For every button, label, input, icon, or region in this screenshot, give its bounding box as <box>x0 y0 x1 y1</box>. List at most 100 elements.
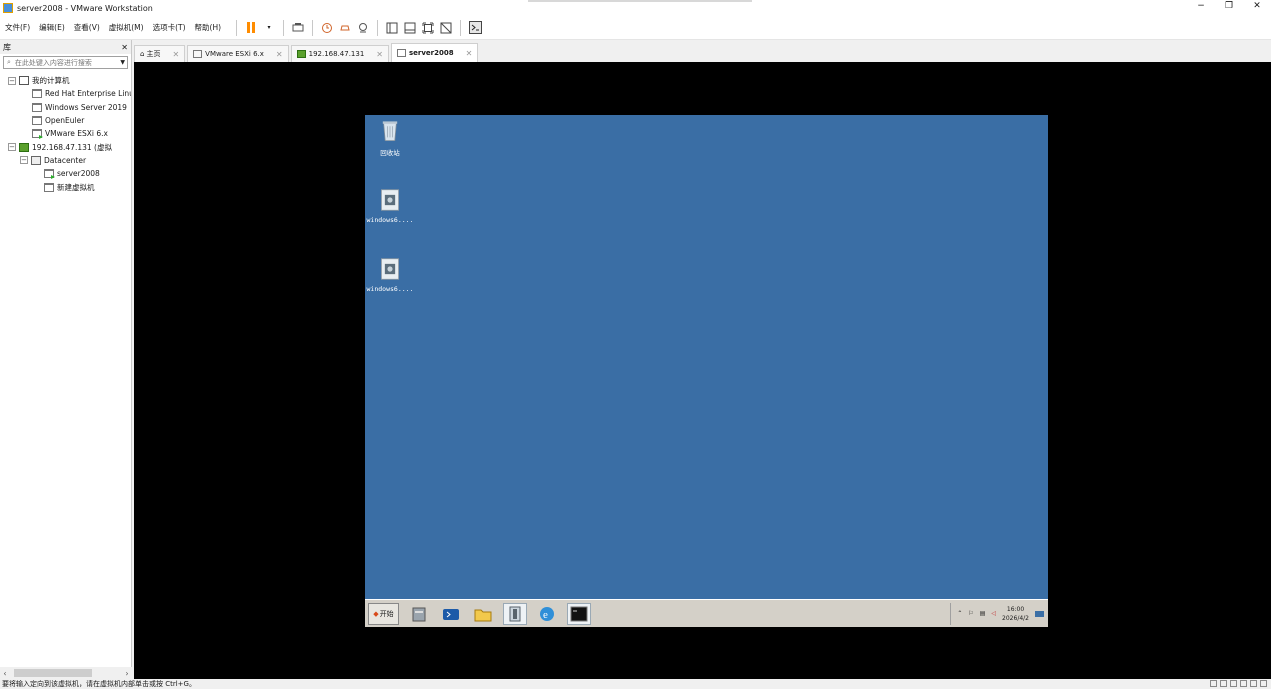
action-center-flag-icon[interactable]: ⚐ <box>968 610 973 617</box>
snapshot-manager-icon[interactable] <box>356 21 370 35</box>
vmware-app-icon <box>3 3 13 13</box>
tree-vm-esxi[interactable]: VMware ESXi 6.x <box>0 127 131 140</box>
desktop-icon-windows6-a[interactable]: windows6.... <box>365 188 415 224</box>
tree-datacenter[interactable]: − Datacenter <box>0 154 131 167</box>
vm-icon <box>32 116 42 126</box>
minimize-button[interactable]: − <box>1187 0 1215 16</box>
explorer-icon[interactable] <box>471 603 495 625</box>
show-desktop-icon[interactable] <box>1035 610 1044 617</box>
menu-vm[interactable]: 虚拟机(M) <box>104 22 148 33</box>
cd-dvd-icon[interactable] <box>1220 680 1227 687</box>
tab-home[interactable]: ⌂ 主页 ✕ <box>134 45 186 62</box>
home-icon: ⌂ <box>140 50 145 58</box>
menu-view[interactable]: 查看(V) <box>69 22 104 33</box>
tab-esxi[interactable]: VMware ESXi 6.x ✕ <box>187 45 289 62</box>
tray-expand-icon[interactable]: ⌃ <box>957 610 962 617</box>
desktop-icon-label: windows6.... <box>366 285 414 293</box>
restore-button[interactable]: ❐ <box>1215 0 1243 16</box>
guest-desktop[interactable]: 回收站 windows6.... windows6.... <box>365 115 1048 599</box>
close-icon[interactable]: ✕ <box>466 49 473 58</box>
tree-vm-openeuler[interactable]: OpenEuler <box>0 114 131 127</box>
tree-label: OpenEuler <box>45 116 85 126</box>
pause-icon[interactable] <box>244 21 258 35</box>
menu-help[interactable]: 帮助(H) <box>190 22 226 33</box>
scroll-left-icon[interactable]: ‹ <box>0 669 10 678</box>
display-icon[interactable] <box>1260 680 1267 687</box>
library-panel: 库 ✕ ⌕ 在此处键入内容进行搜索 ▼ − 我的计算机 Red Hat Ente… <box>0 40 132 679</box>
menu-tabs[interactable]: 选项卡(T) <box>148 22 190 33</box>
tree-my-computer[interactable]: − 我的计算机 <box>0 74 131 87</box>
internet-explorer-icon[interactable]: e <box>535 603 559 625</box>
snapshot-icon[interactable] <box>320 21 334 35</box>
collapse-icon[interactable]: − <box>8 76 16 85</box>
close-icon[interactable]: ✕ <box>172 50 179 59</box>
hard-disk-icon[interactable] <box>1210 680 1217 687</box>
tab-label: 主页 <box>146 50 161 58</box>
search-placeholder: 在此处键入内容进行搜索 <box>14 58 92 67</box>
installer-taskbar-icon[interactable] <box>503 602 527 625</box>
library-tree: − 我的计算机 Red Hat Enterprise Linux Windows… <box>0 74 131 194</box>
full-screen-icon[interactable] <box>421 21 435 35</box>
system-tray: ⌃ ⚐ ▤ ◁ 16:00 2026/4/2 <box>950 602 1044 625</box>
desktop-icon-label: windows6.... <box>366 216 414 224</box>
desktop-icon-windows6-b[interactable]: windows6.... <box>365 257 415 293</box>
network-adapter-icon[interactable] <box>1230 680 1237 687</box>
vm-icon <box>32 89 42 99</box>
installer-icon <box>381 189 399 211</box>
network-icon[interactable]: ▤ <box>980 610 986 617</box>
toolbar: ▾ <box>231 19 484 36</box>
tab-server2008[interactable]: server2008 ✕ <box>391 43 479 62</box>
volume-muted-icon[interactable]: ◁ <box>991 610 996 617</box>
tree-label: Datacenter <box>44 155 87 165</box>
tab-host[interactable]: 192.168.47.131 ✕ <box>290 45 389 62</box>
collapse-icon[interactable]: − <box>8 143 16 152</box>
tree-vm-redhat[interactable]: Red Hat Enterprise Linux <box>0 87 131 100</box>
command-prompt-icon[interactable] <box>567 602 591 625</box>
clock-date: 2026/4/2 <box>1002 614 1029 622</box>
remote-host-icon <box>19 142 29 152</box>
vm-running-icon <box>44 169 55 180</box>
tab-bar: ⌂ 主页 ✕ VMware ESXi 6.x ✕ 192.168.47.131 … <box>134 42 1271 62</box>
revert-snapshot-icon[interactable] <box>338 21 352 35</box>
desktop-icon-recycle-bin[interactable]: 回收站 <box>365 119 415 157</box>
library-title: 库 <box>3 42 11 52</box>
tree-label: 192.168.47.131 (虚拟 <box>32 142 112 152</box>
library-close-button[interactable]: ✕ <box>121 43 128 52</box>
tree-host[interactable]: − 192.168.47.131 (虚拟 <box>0 140 131 153</box>
chevron-down-icon[interactable]: ▾ <box>262 21 276 35</box>
vm-running-icon <box>32 129 43 140</box>
powershell-icon[interactable] <box>439 603 463 625</box>
chevron-down-icon[interactable]: ▼ <box>120 59 125 66</box>
unity-mode-icon[interactable] <box>439 21 453 35</box>
installer-icon <box>381 258 399 280</box>
tree-vm-winserver2019[interactable]: Windows Server 2019 <box>0 101 131 114</box>
svg-text:e: e <box>543 609 548 621</box>
collapse-icon[interactable]: − <box>20 156 28 165</box>
close-icon[interactable]: ✕ <box>376 50 383 59</box>
window-controls: − ❐ ✕ <box>1187 0 1271 16</box>
usb-icon[interactable] <box>1240 680 1247 687</box>
start-button[interactable]: ◆ 开始 <box>368 602 399 625</box>
clock[interactable]: 16:00 2026/4/2 <box>1002 605 1029 623</box>
menu-edit[interactable]: 编辑(E) <box>34 22 69 33</box>
tree-vm-new[interactable]: 新建虚拟机 <box>0 180 131 193</box>
library-search-input[interactable]: ⌕ 在此处键入内容进行搜索 ▼ <box>3 56 128 69</box>
close-icon[interactable]: ✕ <box>276 50 283 59</box>
library-scrollbar[interactable]: ‹ › <box>0 667 132 679</box>
close-window-button[interactable]: ✕ <box>1243 0 1271 16</box>
scroll-right-icon[interactable]: › <box>122 669 132 678</box>
datacenter-icon <box>31 155 41 165</box>
send-ctrl-alt-del-icon[interactable] <box>291 21 305 35</box>
server-manager-icon[interactable] <box>407 603 431 625</box>
scroll-thumb[interactable] <box>14 669 92 677</box>
sound-icon[interactable] <box>1250 680 1257 687</box>
thumbnail-bar-icon[interactable] <box>403 21 417 35</box>
vm-console[interactable]: 回收站 windows6.... windows6.... ◆ 开始 e ⌃ ⚐… <box>134 62 1271 679</box>
tree-vm-server2008[interactable]: server2008 <box>0 167 131 180</box>
menu-file[interactable]: 文件(F) <box>0 22 34 33</box>
vm-icon <box>193 50 203 58</box>
show-library-icon[interactable] <box>385 21 399 35</box>
library-header: 库 ✕ <box>0 40 131 54</box>
recycle-bin-icon <box>382 121 398 141</box>
console-view-icon[interactable] <box>468 21 482 35</box>
